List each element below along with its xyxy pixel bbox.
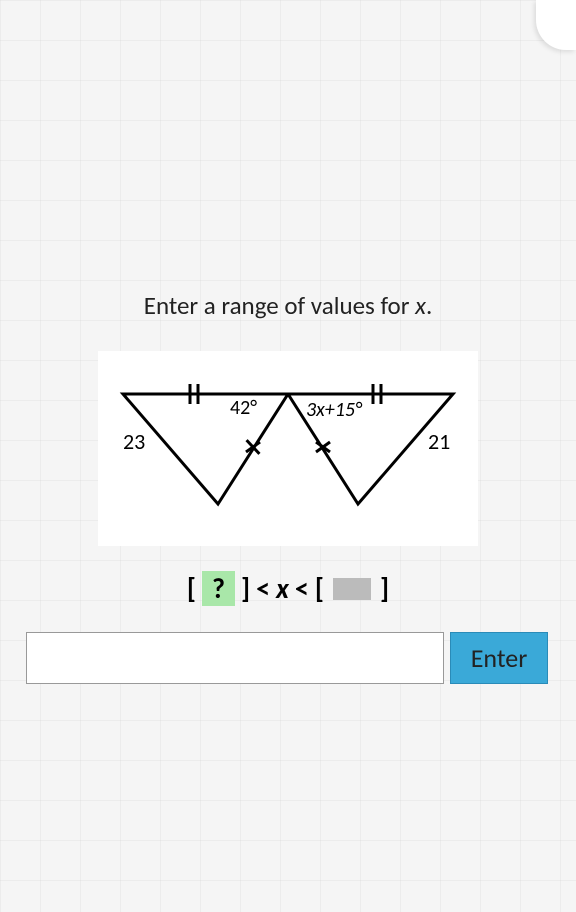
right-angle-label: 3x+15° bbox=[306, 398, 363, 422]
enter-button[interactable]: Enter bbox=[450, 632, 548, 684]
problem-content: Enter a range of values for x. bbox=[0, 290, 576, 606]
geometry-figure: 23 42° 3x+15° 21 bbox=[98, 351, 478, 546]
prompt-variable: x bbox=[415, 290, 426, 321]
bracket-close-2: ] bbox=[380, 571, 389, 606]
less-than-1: < bbox=[256, 571, 270, 606]
prompt-text: Enter a range of values for x. bbox=[144, 290, 433, 321]
less-than-2: < bbox=[295, 571, 309, 606]
expression-variable: x bbox=[276, 571, 289, 606]
answer-box-2[interactable] bbox=[333, 578, 371, 600]
prompt-before: Enter a range of values for bbox=[144, 290, 415, 321]
answer-expression: [ ? ] < x < [ ] bbox=[187, 571, 389, 606]
right-side-label: 21 bbox=[428, 428, 450, 455]
answer-box-1[interactable]: ? bbox=[202, 571, 235, 606]
input-row: Enter bbox=[26, 632, 548, 684]
bracket-close-1: ] bbox=[241, 571, 250, 606]
page-curl-decoration bbox=[536, 0, 576, 50]
prompt-after: . bbox=[426, 290, 432, 321]
bracket-open-1: [ bbox=[187, 571, 196, 606]
left-angle-label: 42° bbox=[230, 396, 257, 420]
bracket-open-2: [ bbox=[315, 571, 324, 606]
answer-input[interactable] bbox=[26, 632, 444, 684]
triangles-svg: 23 42° 3x+15° 21 bbox=[108, 364, 468, 534]
left-side-label: 23 bbox=[123, 428, 145, 455]
